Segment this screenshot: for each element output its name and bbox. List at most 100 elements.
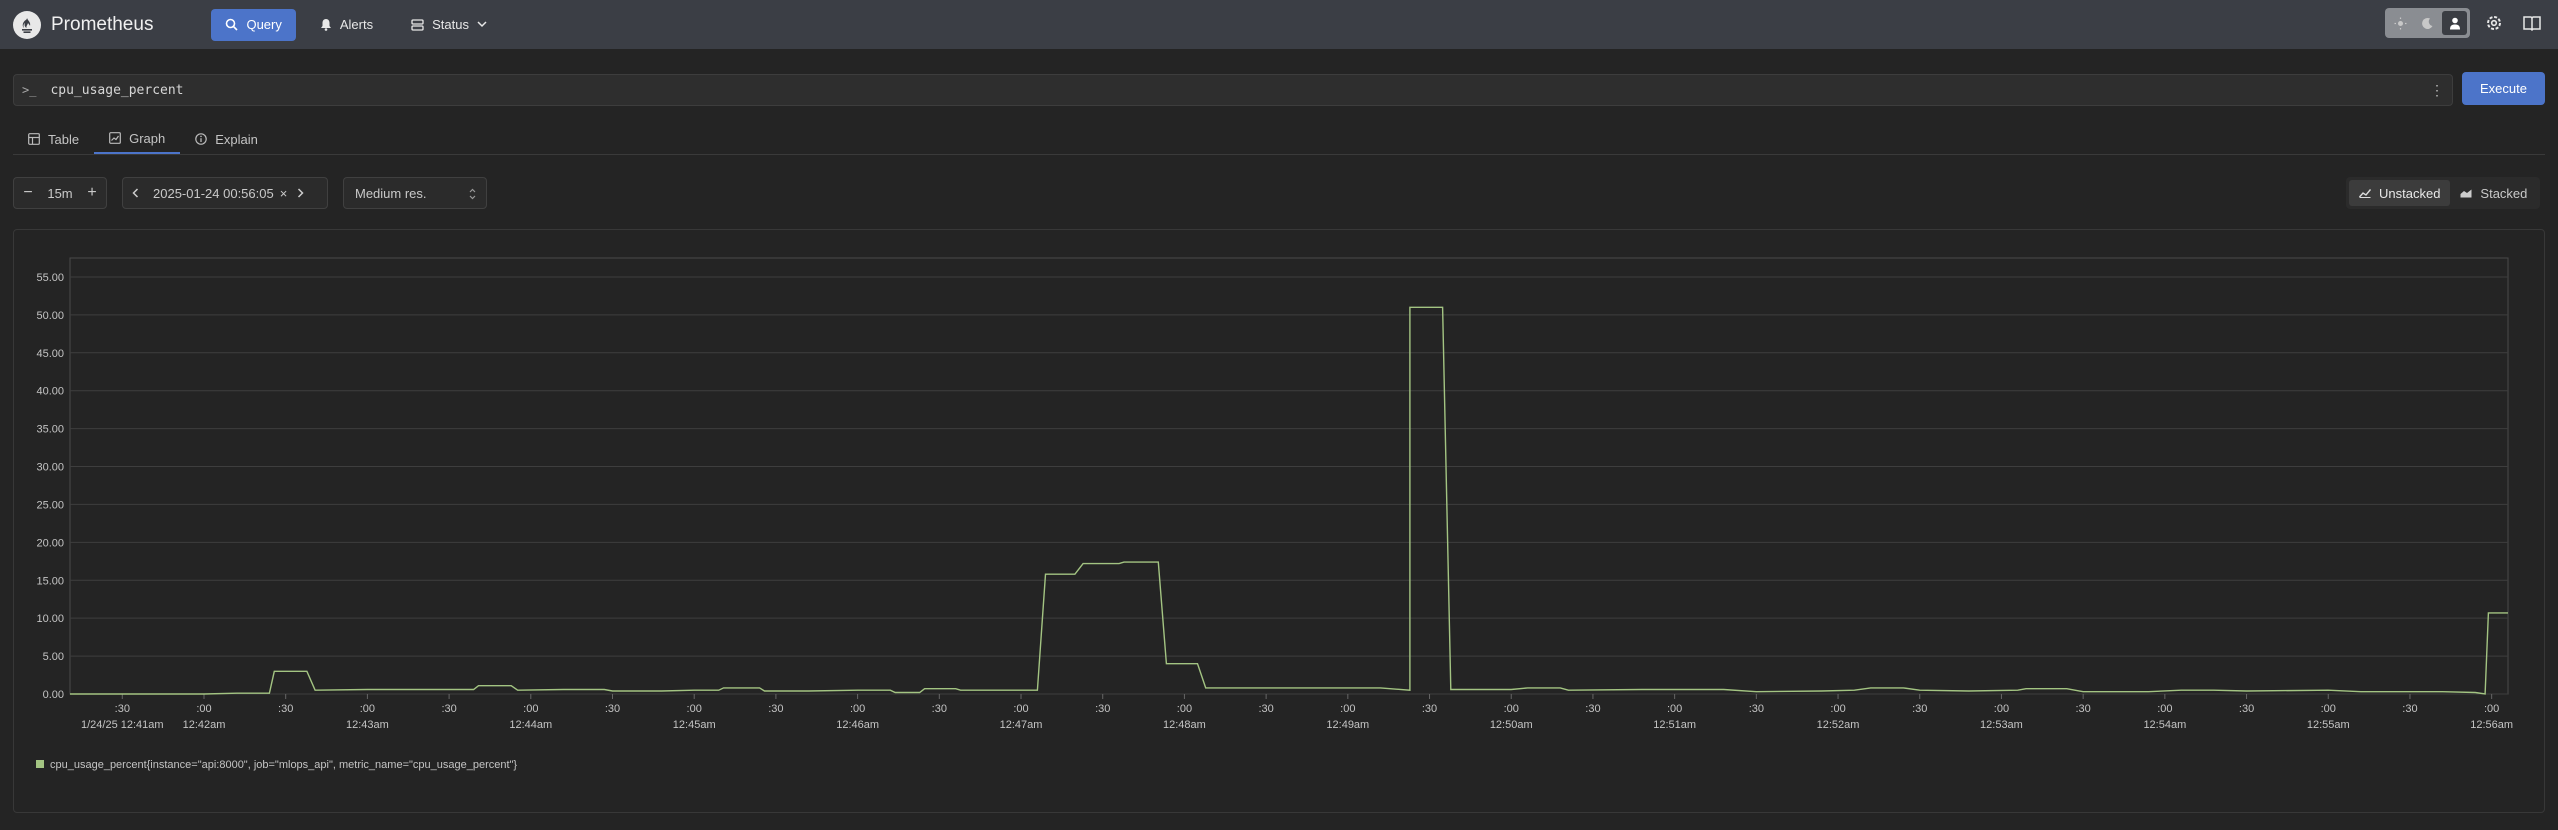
x-tick-label: :00 bbox=[2321, 703, 2336, 715]
x-tick-sublabel: 12:54am bbox=[2143, 719, 2186, 731]
x-tick-sublabel: 12:55am bbox=[2307, 719, 2350, 731]
x-tick-label: :00 bbox=[1177, 703, 1192, 715]
tab-graph-label: Graph bbox=[129, 130, 166, 146]
x-tick-label: :30 bbox=[2075, 703, 2090, 715]
range-value[interactable]: 15m bbox=[42, 186, 78, 201]
x-tick-label: :00 bbox=[850, 703, 865, 715]
stacked-button[interactable]: Stacked bbox=[2450, 180, 2537, 206]
nav-query-label: Query bbox=[246, 17, 282, 32]
x-tick-sublabel: 12:46am bbox=[836, 719, 879, 731]
x-tick-label: :30 bbox=[1749, 703, 1764, 715]
theme-switcher bbox=[2385, 8, 2470, 38]
end-time-input[interactable]: 2025-01-24 00:56:05 bbox=[153, 186, 274, 201]
series-line bbox=[70, 306, 2508, 695]
tab-table[interactable]: Table bbox=[13, 124, 94, 154]
prometheus-logo-icon bbox=[13, 10, 41, 39]
y-tick-label: 35.00 bbox=[36, 424, 64, 436]
x-tick-label: :30 bbox=[2402, 703, 2417, 715]
info-icon bbox=[195, 133, 208, 145]
x-tick-label: :30 bbox=[1095, 703, 1110, 715]
y-tick-label: 55.00 bbox=[36, 272, 64, 284]
legend-label: cpu_usage_percent{instance="api:8000", j… bbox=[50, 759, 517, 771]
y-tick-label: 40.00 bbox=[36, 386, 64, 398]
light-theme-button[interactable] bbox=[2388, 11, 2413, 35]
dark-theme-button[interactable] bbox=[2415, 11, 2440, 35]
cpu-usage-chart[interactable]: 0.00 5.00 10.00 15.00 20.00 25.00 30.00 35.00 40… bbox=[14, 230, 2546, 814]
brand[interactable]: Prometheus bbox=[13, 10, 154, 39]
y-tick-label: 0.00 bbox=[43, 689, 64, 701]
y-tick-label: 10.00 bbox=[36, 613, 64, 625]
x-tick-label: :30 bbox=[932, 703, 947, 715]
x-tick-label: :00 bbox=[1013, 703, 1028, 715]
x-tick-sublabel: 12:53am bbox=[1980, 719, 2023, 731]
nav-alerts-button[interactable]: Alerts bbox=[306, 9, 387, 41]
unstacked-button[interactable]: Unstacked bbox=[2349, 180, 2451, 206]
x-tick-label: :00 bbox=[196, 703, 211, 715]
x-tick-sublabel: 12:43am bbox=[346, 719, 389, 731]
docs-button[interactable] bbox=[2518, 9, 2546, 37]
x-tick-label: :00 bbox=[2157, 703, 2172, 715]
more-options-icon[interactable]: ⋮ bbox=[2430, 82, 2444, 99]
expression-input[interactable]: >_ cpu_usage_percent ⋮ bbox=[13, 74, 2453, 106]
x-tick-label: :00 bbox=[360, 703, 375, 715]
x-tick-label: :30 bbox=[1258, 703, 1273, 715]
x-tick-label: :30 bbox=[278, 703, 293, 715]
chevron-left-icon bbox=[131, 187, 138, 198]
expression-text[interactable]: cpu_usage_percent bbox=[50, 83, 183, 98]
y-tick-label: 15.00 bbox=[36, 575, 64, 587]
unstacked-label: Unstacked bbox=[2379, 185, 2441, 201]
x-tick-label: :30 bbox=[605, 703, 620, 715]
x-tick-sublabel: 12:42am bbox=[183, 719, 226, 731]
resolution-select[interactable]: Medium res. bbox=[343, 177, 487, 209]
x-tick-sublabel: 12:47am bbox=[1000, 719, 1043, 731]
decrease-range-button[interactable]: − bbox=[14, 184, 42, 202]
y-tick-label: 25.00 bbox=[36, 499, 64, 511]
x-tick-label: :00 bbox=[1340, 703, 1355, 715]
app-title: Prometheus bbox=[51, 13, 154, 35]
moon-icon bbox=[2422, 17, 2433, 29]
tab-graph[interactable]: Graph bbox=[94, 124, 181, 154]
x-tick-label: :30 bbox=[768, 703, 783, 715]
nav-query-button[interactable]: Query bbox=[211, 8, 296, 41]
plot-frame bbox=[69, 257, 2509, 695]
x-tick-label: :30 bbox=[1912, 703, 1927, 715]
select-arrows-icon bbox=[469, 188, 476, 200]
x-tick-sublabel: 12:56am bbox=[2470, 719, 2513, 731]
clear-time-icon[interactable]: × bbox=[280, 186, 288, 201]
next-time-button[interactable] bbox=[297, 186, 304, 201]
chevron-down-icon bbox=[477, 21, 487, 28]
x-tick-label: :00 bbox=[2484, 703, 2499, 715]
x-tick-label: :00 bbox=[523, 703, 538, 715]
execute-button[interactable]: Execute bbox=[2462, 72, 2545, 105]
y-tick-label: 5.00 bbox=[43, 651, 64, 663]
settings-button[interactable] bbox=[2480, 9, 2508, 37]
nav-status-dropdown[interactable]: Status bbox=[397, 9, 501, 41]
tabs-divider bbox=[13, 154, 2545, 155]
x-tick-sublabel: 12:50am bbox=[1490, 719, 1533, 731]
area-chart-icon bbox=[2460, 189, 2472, 198]
x-tick-sublabel: 1/24/25 12:41am bbox=[81, 719, 164, 731]
line-chart-icon bbox=[2359, 189, 2371, 198]
top-right-actions bbox=[2385, 8, 2546, 38]
tab-explain-label: Explain bbox=[215, 131, 258, 147]
x-tick-label: :00 bbox=[1830, 703, 1845, 715]
previous-time-button[interactable] bbox=[123, 186, 147, 201]
x-tick-sublabel: 12:48am bbox=[1163, 719, 1206, 731]
tab-table-label: Table bbox=[48, 131, 80, 147]
tab-explain[interactable]: Explain bbox=[180, 124, 273, 154]
increase-range-button[interactable]: + bbox=[78, 184, 106, 202]
nav-status-label: Status bbox=[432, 17, 469, 32]
y-tick-label: 50.00 bbox=[36, 310, 64, 322]
x-tick-label: :00 bbox=[1667, 703, 1682, 715]
bell-icon bbox=[320, 19, 331, 31]
x-tick-sublabel: 12:51am bbox=[1653, 719, 1696, 731]
top-navbar: Prometheus Query Alerts Status bbox=[0, 0, 2558, 49]
table-icon bbox=[28, 133, 40, 145]
terminal-prompt-icon: >_ bbox=[22, 83, 37, 97]
resolution-value: Medium res. bbox=[355, 185, 427, 201]
main-nav: Query Alerts Status bbox=[211, 8, 501, 41]
result-tabs: Table Graph Explain bbox=[13, 124, 273, 156]
auto-theme-button[interactable] bbox=[2442, 11, 2467, 35]
gear-icon bbox=[2487, 16, 2501, 30]
x-tick-sublabel: 12:44am bbox=[509, 719, 552, 731]
